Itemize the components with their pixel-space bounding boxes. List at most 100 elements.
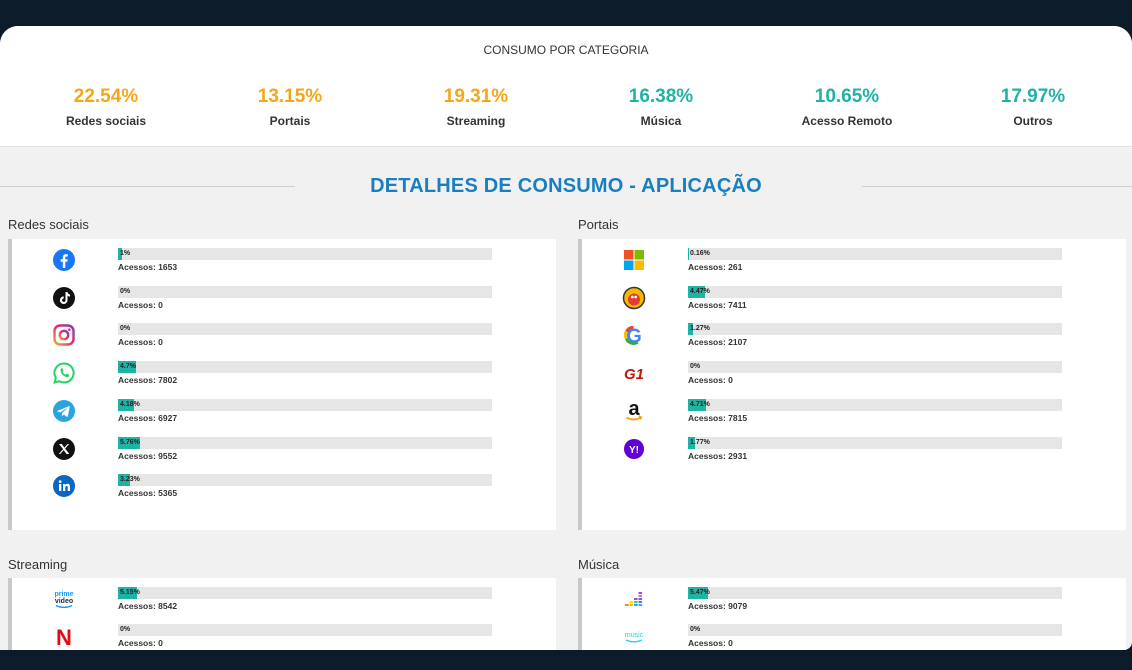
section-label-portais: Portais (578, 217, 619, 232)
usage-percent: 3.23% (120, 476, 140, 484)
access-count: Acessos: 2931 (688, 450, 748, 461)
svg-text:music: music (625, 632, 644, 639)
usage-bar (118, 248, 492, 260)
access-count: Acessos: 0 (118, 638, 163, 648)
app-row: 5.47% Acessos: 9079 (582, 587, 1126, 625)
usage-percent: 1% (120, 250, 131, 257)
facebook-icon (52, 248, 76, 272)
app-row: 0% Acessos: 0 (12, 323, 556, 361)
access-count: Acessos: 7802 (118, 375, 178, 386)
usage-bar (688, 398, 1062, 411)
telegram-icon (52, 399, 76, 423)
app-row: 4.47% Acessos: 7411 (582, 285, 1126, 324)
kpi-streaming: 19.31% Streaming (386, 86, 566, 128)
kpi-label: Redes sociais (65, 114, 147, 128)
usage-percent: 1.27% (690, 325, 710, 333)
yahoo-icon: Y! (622, 437, 646, 461)
usage-bar (688, 624, 1062, 636)
amazon-icon: a (622, 399, 646, 423)
app-row: prime video 5.15% Acessos: 8542 (12, 587, 556, 625)
details-title: DETALHES DE CONSUMO - APLICAÇÃO (370, 175, 762, 197)
access-count: Acessos: 7815 (688, 412, 748, 423)
usage-percent: 0% (690, 363, 701, 371)
panel-redes-sociais: 1% Acessos: 1653 0% Acessos: 0 0% Acessos: 0 4… (8, 239, 556, 530)
section-label-streaming: Streaming (8, 557, 68, 572)
uol-icon (622, 286, 646, 310)
usage-percent: 5.15% (120, 589, 140, 596)
g1-icon: G1 (622, 361, 646, 385)
app-row: 5.76% Acessos: 9552 (12, 436, 556, 475)
usage-bar (688, 323, 1062, 336)
usage-percent: 5.47% (690, 589, 710, 596)
svg-text:G1: G1 (624, 366, 644, 383)
svg-text:Y!: Y! (629, 445, 639, 456)
access-count: Acessos: 0 (118, 299, 163, 310)
svg-text:N: N (56, 625, 72, 648)
linkedin-icon (52, 474, 76, 498)
kpi-value: 22.54% (73, 86, 139, 107)
usage-percent: 0% (120, 626, 131, 633)
kpi-value: 10.65% (814, 86, 880, 107)
app-row: music 0% Acessos: 0 (582, 624, 1126, 650)
svg-text:prime: prime (54, 591, 73, 598)
app-row: 0% Acessos: 0 (12, 285, 556, 324)
kpi-redes-sociais: 22.54% Redes sociais (16, 86, 196, 128)
dashboard-card: CONSUMO POR CATEGORIA 22.54% Redes socia… (0, 26, 1132, 650)
kpi-portais: 13.15% Portais (200, 86, 380, 128)
usage-bar (118, 361, 492, 374)
whatsapp-icon (52, 361, 76, 385)
app-row: N 0% Acessos: 0 (12, 624, 556, 650)
kpi-outros: 17.97% Outros (943, 86, 1123, 128)
access-count: Acessos: 261 (688, 262, 743, 272)
access-count: Acessos: 7411 (688, 299, 747, 310)
usage-percent: 4.18% (120, 400, 140, 408)
usage-bar (118, 587, 492, 599)
app-row: 4.7% Acessos: 7802 (12, 361, 556, 399)
kpi-value: 13.15% (257, 86, 323, 107)
usage-percent: 4.7% (120, 363, 136, 371)
microsoft-icon (622, 248, 646, 272)
usage-bar (688, 248, 1062, 260)
access-count: Acessos: 9079 (688, 601, 748, 611)
usage-bar (688, 436, 1062, 449)
kpi-label: Outros (1013, 114, 1053, 128)
access-count: Acessos: 5365 (118, 488, 178, 499)
amazon-music-icon: music (622, 624, 646, 648)
usage-bar (118, 474, 492, 487)
usage-percent: 5.76% (120, 438, 140, 446)
panel-portais: 0.16% Acessos: 261 4.47% Acessos: 7411 G 1.27… (578, 239, 1126, 530)
access-count: Acessos: 6927 (118, 412, 178, 423)
kpi-label: Streaming (446, 114, 506, 128)
kpi-label: Portais (269, 114, 311, 128)
app-row: 1% Acessos: 1653 (12, 248, 556, 286)
app-row: G1 0% Acessos: 0 (582, 361, 1126, 399)
kpi-value: 16.38% (628, 86, 694, 107)
summary-title: CONSUMO POR CATEGORIA (483, 43, 649, 57)
svg-text:video: video (55, 598, 73, 605)
usage-bar (118, 398, 492, 411)
deezer-icon (622, 587, 646, 611)
usage-bar (118, 323, 492, 336)
usage-bar (118, 624, 492, 636)
app-row: G 1.27% Acessos: 2107 (582, 323, 1126, 361)
app-row: a 4.71% Acessos: 7815 (582, 398, 1126, 437)
app-row: Y! 1.77% Acessos: 2931 (582, 436, 1126, 475)
access-count: Acessos: 0 (118, 337, 163, 348)
usage-bar (118, 285, 492, 298)
kpi-label: Música (640, 114, 682, 128)
access-count: Acessos: 0 (688, 638, 733, 648)
access-count: Acessos: 2107 (688, 337, 748, 348)
kpi-value: 19.31% (443, 86, 509, 107)
app-row: 0.16% Acessos: 261 (582, 248, 1126, 286)
x-icon (52, 437, 76, 461)
instagram-icon (52, 323, 76, 347)
usage-bar (688, 587, 1062, 599)
app-row: 3.23% Acessos: 5365 (12, 474, 556, 512)
usage-bar (118, 436, 492, 449)
svg-text:a: a (628, 399, 640, 420)
usage-percent: 0% (690, 626, 701, 633)
usage-bar (688, 285, 1062, 298)
usage-percent: 4.47% (690, 287, 710, 295)
usage-bar (688, 361, 1062, 374)
panel-streaming: prime video 5.15% Acessos: 8542 N 0% Acessos: … (8, 578, 556, 650)
